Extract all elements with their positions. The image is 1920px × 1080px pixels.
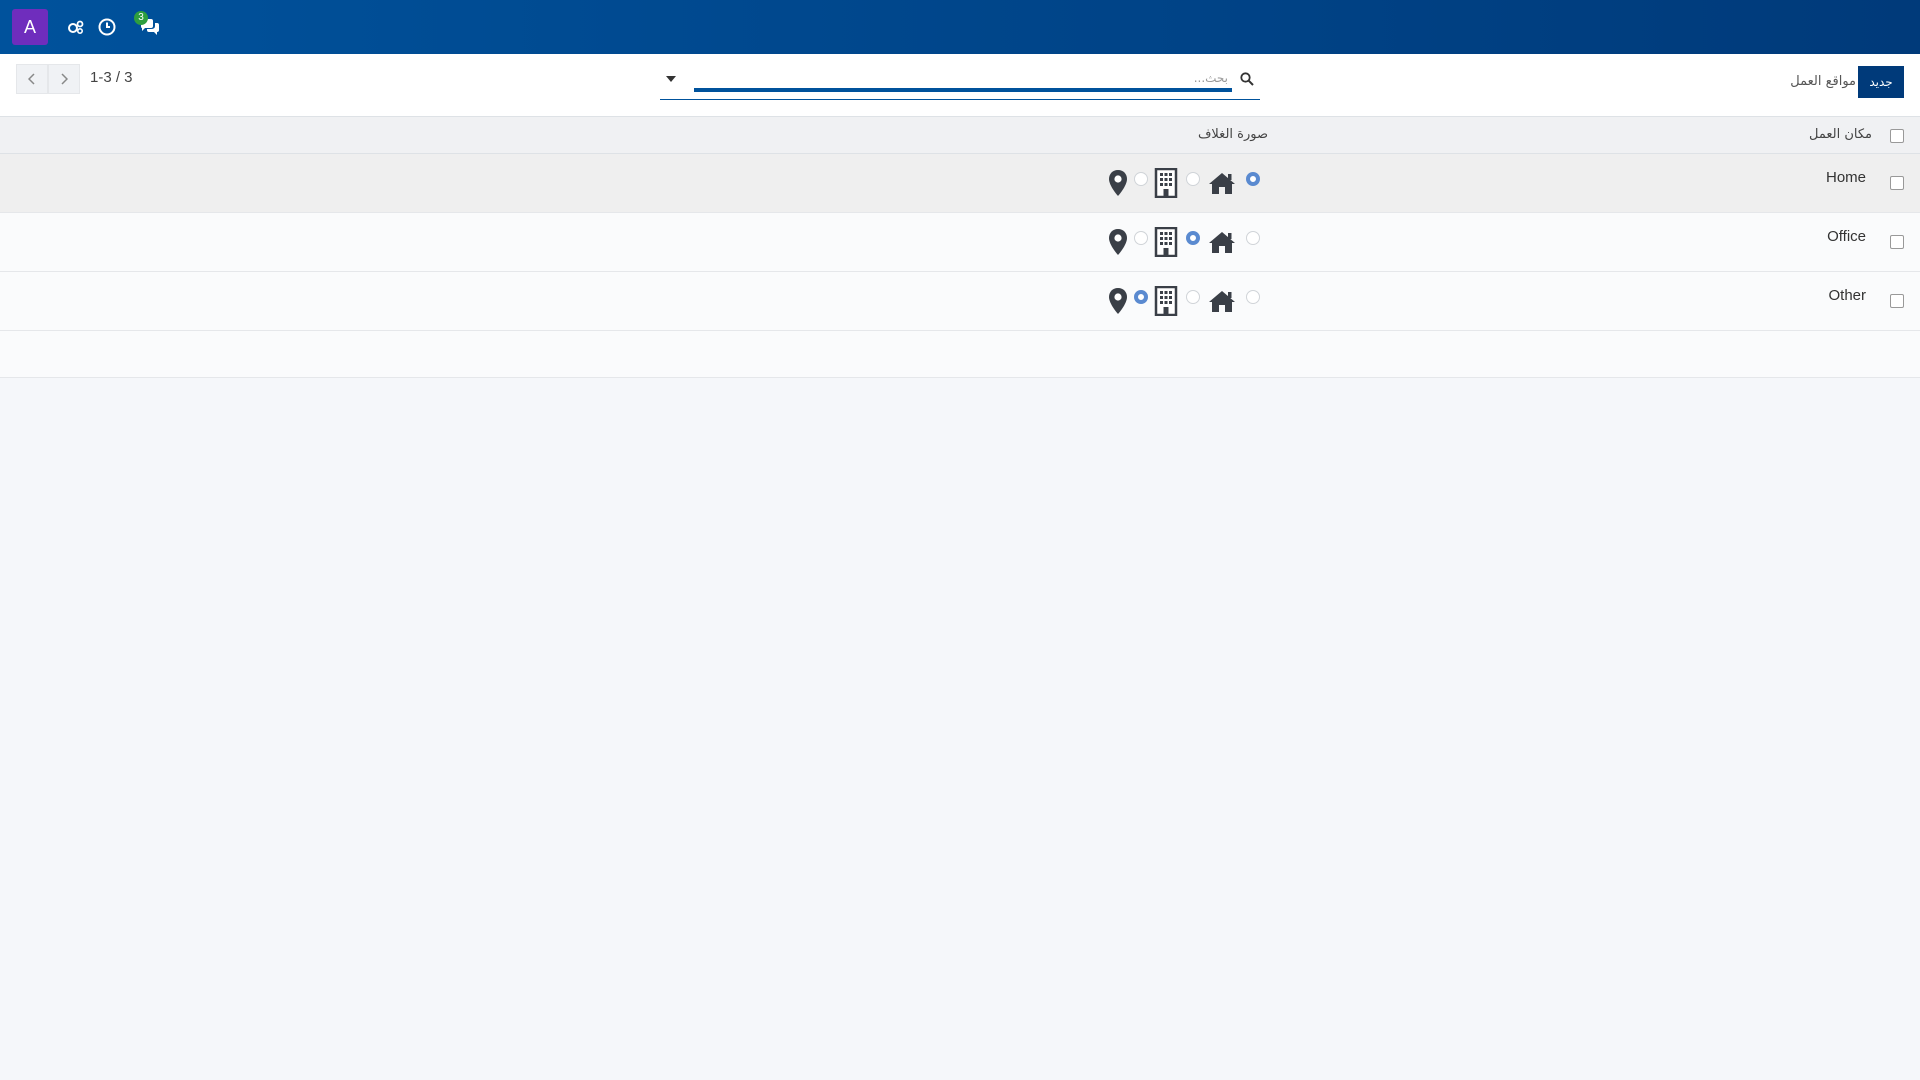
header-work-location[interactable]: مكان العمل [1809, 127, 1872, 142]
search-icon[interactable] [1240, 72, 1254, 86]
building-icon [1154, 227, 1178, 257]
row-checkbox[interactable] [1890, 176, 1904, 190]
table-row[interactable]: Home [0, 154, 1920, 213]
list-header: مكان العمل صورة الغلاف [0, 117, 1920, 154]
building-icon [1154, 168, 1178, 198]
map-marker-icon [1108, 228, 1128, 256]
list-footer-row [0, 331, 1920, 378]
home-icon [1208, 171, 1236, 195]
search-options-toggle[interactable] [666, 76, 676, 82]
table-row[interactable]: Other [0, 272, 1920, 331]
radio-home[interactable] [1246, 172, 1260, 186]
radio-other[interactable] [1134, 231, 1148, 245]
radio-home[interactable] [1246, 231, 1260, 245]
new-button[interactable]: جديد [1858, 66, 1904, 98]
radio-home[interactable] [1246, 290, 1260, 304]
home-icon [1208, 230, 1236, 254]
chevron-right-icon [61, 73, 68, 85]
radio-office[interactable] [1186, 290, 1200, 304]
table-row[interactable]: Office [0, 213, 1920, 272]
map-marker-icon [1108, 169, 1128, 197]
top-navbar: A 3 [0, 0, 1920, 54]
work-locations-list: مكان العمل صورة الغلاف Home Office Other [0, 117, 1920, 378]
select-all-checkbox[interactable] [1890, 129, 1904, 143]
row-checkbox[interactable] [1890, 294, 1904, 308]
search-bar [660, 64, 1260, 100]
pager-value[interactable]: 1-3 / 3 [90, 69, 133, 86]
user-avatar[interactable]: A [12, 9, 48, 45]
page-title: مواقع العمل [1790, 74, 1856, 89]
row-name[interactable]: Home [1826, 169, 1866, 186]
header-cover-image[interactable]: صورة الغلاف [1198, 127, 1268, 142]
chat-badge: 3 [134, 11, 148, 25]
building-icon [1154, 286, 1178, 316]
home-icon [1208, 289, 1236, 313]
cover-image-options [1108, 227, 1260, 257]
pager-previous-button[interactable] [16, 64, 48, 94]
clock-icon[interactable] [95, 15, 119, 39]
pager-next-button[interactable] [48, 64, 80, 94]
control-panel: 1-3 / 3 مواقع العمل جديد [0, 54, 1920, 117]
map-marker-icon [1108, 287, 1128, 315]
row-checkbox[interactable] [1890, 235, 1904, 249]
cover-image-options [1108, 168, 1260, 198]
cover-image-options [1108, 286, 1260, 316]
row-name[interactable]: Office [1827, 228, 1866, 245]
chevron-left-icon [28, 73, 35, 85]
radio-other[interactable] [1134, 290, 1148, 304]
search-input[interactable] [694, 68, 1232, 92]
chat-icon[interactable]: 3 [134, 11, 162, 39]
row-name[interactable]: Other [1828, 287, 1866, 304]
radio-other[interactable] [1134, 172, 1148, 186]
radio-office[interactable] [1186, 231, 1200, 245]
radio-office[interactable] [1186, 172, 1200, 186]
activity-icon[interactable] [64, 15, 88, 39]
